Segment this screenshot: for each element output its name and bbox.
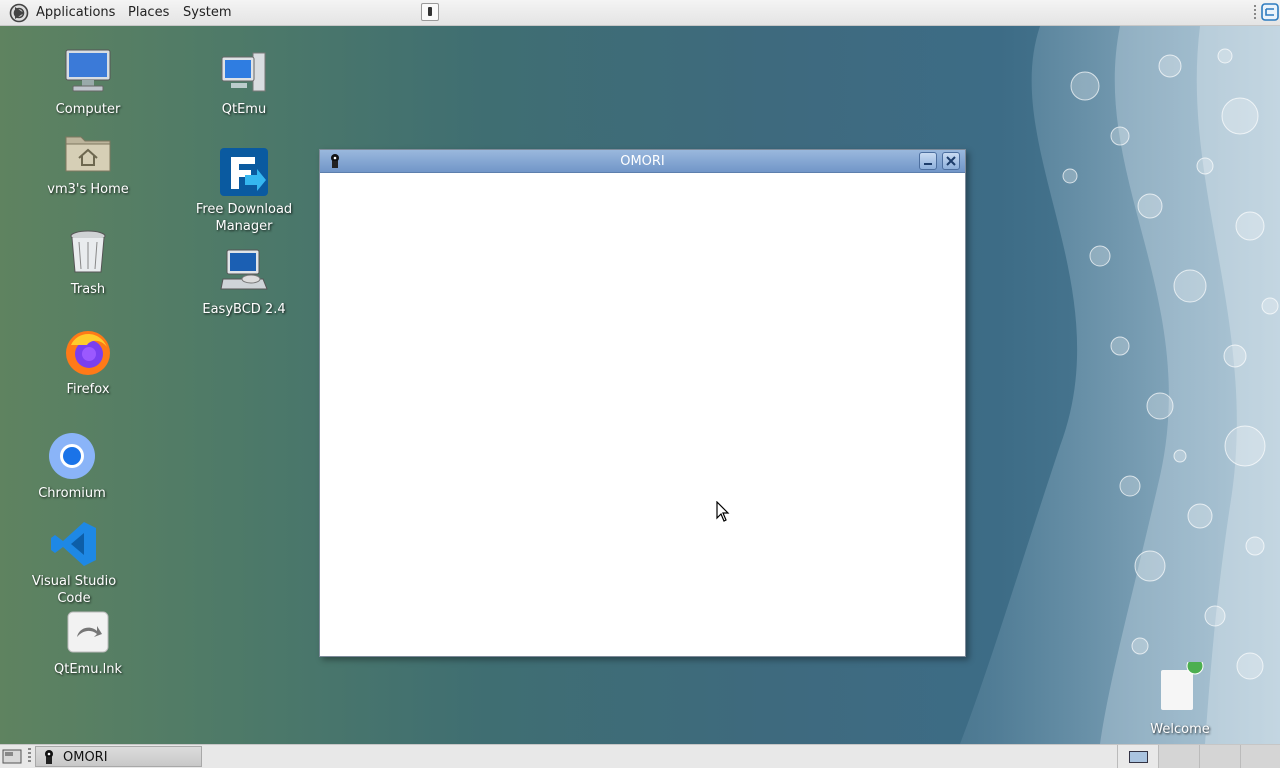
desktop-icon-home[interactable]: vm3's Home xyxy=(28,127,148,198)
desktop-icon-qtemu-lnk[interactable]: QtEmu.lnk xyxy=(28,607,148,678)
desktop-icon-label: Trash xyxy=(70,282,106,297)
desktop-icon-label: QtEmu xyxy=(221,102,267,117)
usb-icon xyxy=(428,7,432,16)
window-title: OMORI xyxy=(620,154,665,169)
top-panel: Applications Places System xyxy=(0,0,1280,26)
desktop-icon-label: EasyBCD 2.4 xyxy=(202,302,286,317)
minimize-button[interactable] xyxy=(919,152,937,170)
menu-system[interactable]: System xyxy=(183,5,231,20)
desktop-icon-qtemu[interactable]: QtEmu xyxy=(184,47,304,118)
computer-icon xyxy=(63,47,113,97)
desktop-icon-label: Firefox xyxy=(66,382,110,397)
show-desktop-icon[interactable] xyxy=(1,747,23,766)
bottom-taskbar: OMORI xyxy=(0,744,1280,768)
desktop-icon-label: Chromium xyxy=(38,486,106,501)
desktop-icon-label: Welcome xyxy=(1150,722,1210,737)
workspace-4[interactable] xyxy=(1240,745,1280,768)
desktop-icon-label: Visual Studio Code xyxy=(31,574,117,606)
firefox-icon xyxy=(63,327,113,377)
workspace-3[interactable] xyxy=(1199,745,1240,768)
panel-launcher-button[interactable] xyxy=(421,3,439,21)
vscode-icon xyxy=(49,519,99,569)
trash-icon xyxy=(63,227,113,277)
mouse-cursor-icon xyxy=(716,501,730,522)
taskbar-item-label: OMORI xyxy=(63,750,108,765)
menu-applications[interactable]: Applications xyxy=(36,5,115,20)
workspace-2[interactable] xyxy=(1158,745,1199,768)
omori-app-icon xyxy=(45,750,53,764)
notification-icon[interactable] xyxy=(1261,3,1279,21)
desktop-icon-chromium[interactable]: Chromium xyxy=(12,431,132,502)
workspace-window-preview xyxy=(1129,751,1148,763)
desktop-icon-label: Free Download Manager xyxy=(195,202,293,234)
window-content[interactable] xyxy=(320,173,965,656)
desktop-icon-easybcd[interactable]: EasyBCD 2.4 xyxy=(184,247,304,318)
close-icon xyxy=(946,156,956,166)
desktop-icon-firefox[interactable]: Firefox xyxy=(28,327,148,398)
workspace-1[interactable] xyxy=(1117,745,1158,768)
free-download-manager-icon xyxy=(219,147,269,197)
desktop-icon-vscode[interactable]: Visual Studio Code xyxy=(14,519,134,607)
welcome-file-icon xyxy=(1155,657,1205,710)
distro-logo-icon[interactable] xyxy=(9,3,29,23)
desktop-icon-trash[interactable]: Trash xyxy=(28,227,148,298)
desktop-icon-label: vm3's Home xyxy=(47,182,129,197)
omori-window[interactable]: OMORI xyxy=(319,149,966,657)
shortcut-icon xyxy=(63,607,113,657)
desktop-icon-label: Computer xyxy=(55,102,121,117)
taskbar-item-omori[interactable]: OMORI xyxy=(35,746,202,767)
chromium-icon xyxy=(47,431,97,481)
home-folder-icon xyxy=(63,127,113,177)
desktop-icon-fdm[interactable]: Free Download Manager xyxy=(184,147,304,235)
window-titlebar[interactable]: OMORI xyxy=(320,150,965,173)
desktop-icon-computer[interactable]: Computer xyxy=(28,47,148,118)
taskbar-grip[interactable] xyxy=(28,748,31,764)
desktop-icon-welcome[interactable]: Welcome xyxy=(1120,657,1240,738)
panel-separator xyxy=(1254,5,1256,21)
menu-places[interactable]: Places xyxy=(128,5,169,20)
close-button[interactable] xyxy=(942,152,960,170)
minimize-icon xyxy=(924,163,932,165)
easybcd-icon xyxy=(219,247,269,297)
desktop-icon-label: QtEmu.lnk xyxy=(54,662,122,677)
qtemu-icon xyxy=(219,47,269,97)
